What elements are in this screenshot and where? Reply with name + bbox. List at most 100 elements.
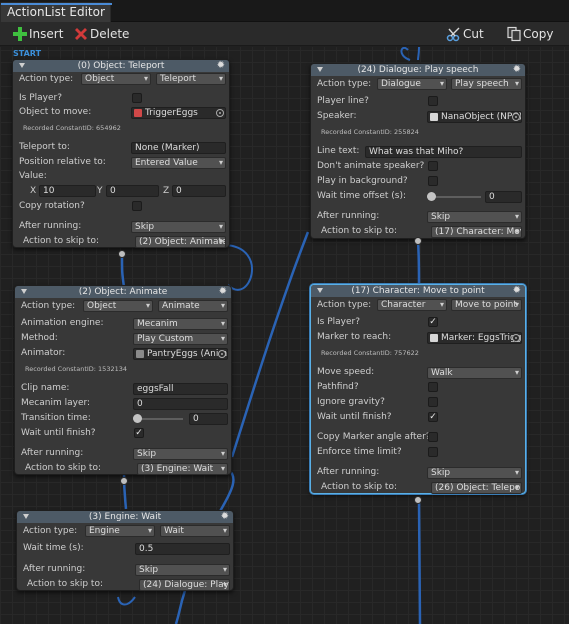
pathfind-checkbox[interactable] — [428, 382, 438, 392]
ignore-gravity-checkbox[interactable] — [428, 397, 438, 407]
move-speed-dropdown[interactable]: Walk — [427, 367, 522, 379]
y-field[interactable]: 0 — [106, 185, 159, 197]
transition-time-slider[interactable] — [133, 413, 183, 425]
output-connector[interactable] — [118, 250, 126, 258]
node-header[interactable]: (2) Object: Animate ✹ — [15, 286, 231, 298]
action-name-dropdown[interactable]: Animate — [158, 300, 228, 312]
method-dropdown[interactable]: Play Custom — [133, 333, 228, 345]
action-category-dropdown[interactable]: Object — [81, 73, 151, 85]
wait-until-finish-checkbox[interactable]: ✓ — [134, 428, 144, 438]
insert-button[interactable]: Insert — [12, 25, 72, 43]
position-relative-label: Position relative to: — [19, 157, 106, 167]
skip-to-dropdown[interactable]: (3) Engine: Wait — [137, 463, 228, 475]
copy-rotation-checkbox[interactable] — [132, 201, 142, 211]
enforce-time-limit-checkbox[interactable] — [428, 447, 438, 457]
graph-canvas[interactable]: START (0) Object: Teleport ✹ Action type… — [0, 47, 569, 624]
copy-marker-angle-checkbox[interactable] — [428, 432, 438, 442]
action-category-dropdown[interactable]: Engine — [85, 525, 155, 537]
gear-icon[interactable]: ✹ — [217, 60, 225, 72]
action-type-label: Action type: — [19, 74, 74, 84]
node-header[interactable]: (3) Engine: Wait ✹ — [17, 511, 233, 523]
gear-icon[interactable]: ✹ — [219, 286, 227, 298]
node-header[interactable]: (0) Object: Teleport ✹ — [13, 60, 229, 72]
is-player-checkbox[interactable] — [132, 93, 142, 103]
output-connector[interactable] — [120, 477, 128, 485]
play-in-background-checkbox[interactable] — [428, 176, 438, 186]
object-to-move-field[interactable]: TriggerEggs — [131, 107, 226, 119]
slider-knob[interactable] — [133, 414, 142, 423]
action-category-dropdown[interactable]: Object — [83, 300, 153, 312]
output-connector[interactable] — [414, 237, 422, 245]
teleport-to-field[interactable]: None (Marker) — [131, 142, 226, 154]
marker-to-reach-field[interactable]: Marker: EggsTrigger — [427, 332, 522, 344]
cut-button[interactable]: Cut — [446, 25, 496, 43]
speaker-field[interactable]: NanaObject (NPC) — [427, 111, 522, 123]
wait-time-field[interactable]: 0.5 — [135, 543, 230, 555]
player-line-checkbox[interactable] — [428, 96, 438, 106]
object-picker-icon[interactable] — [512, 334, 520, 342]
after-running-dropdown[interactable]: Skip — [135, 564, 230, 576]
node-header[interactable]: (17) Character: Move to point ✹ — [311, 285, 525, 297]
gear-icon[interactable]: ✹ — [513, 64, 521, 76]
toolbar: Insert Delete Cut Copy — [0, 22, 569, 46]
node-header[interactable]: (24) Dialogue: Play speech ✹ — [311, 64, 525, 76]
is-player-checkbox[interactable]: ✓ — [428, 317, 438, 327]
copy-button[interactable]: Copy — [506, 25, 561, 43]
node-character-move-to-point[interactable]: (17) Character: Move to point ✹ Action t… — [310, 284, 526, 494]
skip-to-dropdown[interactable]: (2) Object: Animate — [135, 236, 226, 248]
skip-to-dropdown[interactable]: (26) Object: Teleport — [431, 482, 522, 494]
wait-until-finish-checkbox[interactable]: ✓ — [428, 412, 438, 422]
animation-engine-dropdown[interactable]: Mecanim — [133, 318, 228, 330]
after-running-label: After running: — [19, 221, 82, 231]
gear-icon[interactable]: ✹ — [513, 285, 521, 297]
after-running-dropdown[interactable]: Skip — [427, 211, 522, 223]
action-name-dropdown[interactable]: Move to point — [451, 299, 522, 311]
action-name-dropdown[interactable]: Teleport — [156, 73, 226, 85]
slider-knob[interactable] — [427, 192, 436, 201]
output-connector[interactable] — [414, 496, 422, 504]
after-running-label: After running: — [23, 564, 86, 574]
action-name-dropdown[interactable]: Wait — [160, 525, 230, 537]
skip-to-dropdown[interactable]: (24) Dialogue: Play speech — [139, 579, 230, 591]
start-label: START — [13, 49, 42, 58]
mecanim-layer-field[interactable]: 0 — [133, 398, 228, 410]
wait-time-offset-slider[interactable] — [427, 191, 481, 203]
animator-field[interactable]: PantryEggs (Animator) — [133, 348, 228, 360]
z-field[interactable]: 0 — [172, 185, 226, 197]
node-object-animate[interactable]: (2) Object: Animate ✹ Action type: Objec… — [14, 285, 232, 475]
transition-time-field[interactable]: 0 — [189, 413, 228, 425]
action-category-dropdown[interactable]: Character — [377, 299, 447, 311]
skip-to-label: Action to skip to: — [27, 579, 103, 589]
skip-to-dropdown[interactable]: (17) Character: Move to point — [431, 226, 522, 238]
clip-name-field[interactable]: eggsFall — [133, 383, 228, 395]
value-label: Value: — [19, 171, 47, 181]
object-picker-icon[interactable] — [512, 113, 520, 121]
tab-actionlist-editor[interactable]: ActionList Editor — [0, 2, 112, 22]
node-dialogue-play-speech[interactable]: (24) Dialogue: Play speech ✹ Action type… — [310, 63, 526, 239]
gear-icon[interactable]: ✹ — [221, 511, 229, 523]
action-category-dropdown[interactable]: Dialogue — [377, 78, 447, 90]
position-relative-dropdown[interactable]: Entered Value — [131, 157, 226, 169]
dont-animate-speaker-checkbox[interactable] — [428, 161, 438, 171]
after-running-dropdown[interactable]: Skip — [131, 221, 226, 233]
plus-icon — [13, 27, 27, 41]
object-picker-icon[interactable] — [216, 109, 224, 117]
pathfind-label: Pathfind? — [317, 382, 359, 392]
copy-label: Copy — [523, 27, 554, 41]
after-running-dropdown[interactable]: Skip — [133, 448, 228, 460]
copy-icon — [507, 26, 521, 42]
line-text-field[interactable]: What was that Miho? — [365, 146, 522, 158]
constant-id-text: Recorded ConstantID: 757622 — [321, 349, 419, 357]
is-player-label: Is Player? — [19, 93, 62, 103]
delete-button[interactable]: Delete — [73, 25, 133, 43]
marker-to-reach-label: Marker to reach: — [317, 332, 392, 342]
constant-id-text: Recorded ConstantID: 1532134 — [25, 365, 127, 373]
x-field[interactable]: 10 — [39, 185, 96, 197]
action-name-dropdown[interactable]: Play speech — [451, 78, 522, 90]
after-running-dropdown[interactable]: Skip — [427, 467, 522, 479]
object-picker-icon[interactable] — [218, 350, 226, 358]
node-object-teleport[interactable]: (0) Object: Teleport ✹ Action type: Obje… — [12, 59, 230, 248]
constant-id-text: Recorded ConstantID: 654962 — [23, 124, 121, 132]
node-engine-wait[interactable]: (3) Engine: Wait ✹ Action type: Engine W… — [16, 510, 234, 591]
wait-time-offset-field[interactable]: 0 — [485, 191, 522, 203]
